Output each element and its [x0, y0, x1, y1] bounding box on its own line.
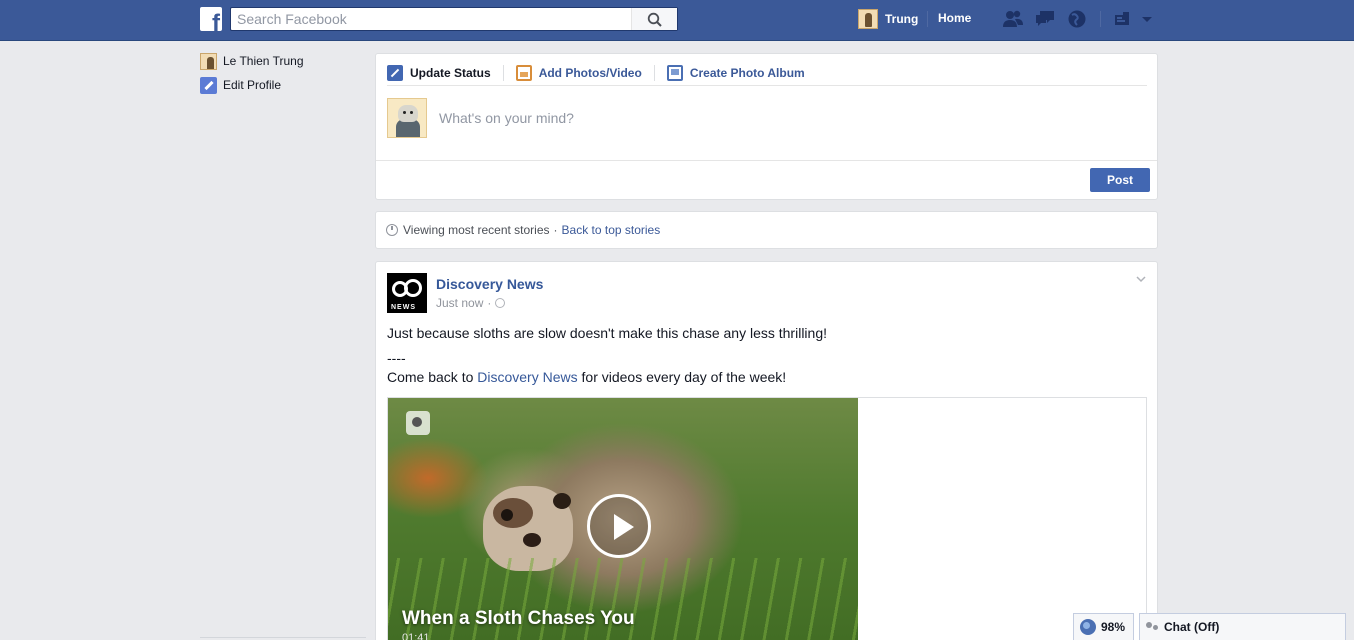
news-feed-story: NEWS Discovery News Just now · Just beca…: [375, 261, 1158, 640]
tab-update-status[interactable]: Update Status: [387, 65, 491, 81]
story-message-cta: Come back to Discovery News for videos e…: [387, 369, 786, 385]
album-icon: [666, 65, 683, 81]
divider: [200, 637, 366, 638]
left-nav-edit-profile-label: Edit Profile: [223, 78, 282, 92]
play-icon[interactable]: [587, 494, 651, 558]
message-text: for videos every day of the week!: [577, 369, 787, 385]
video-logo-icon: [406, 411, 430, 435]
status-icon: [387, 65, 403, 81]
separator: ·: [487, 296, 492, 310]
story-timestamp[interactable]: Just now: [436, 296, 483, 310]
divider: [502, 65, 504, 81]
notifications-icon[interactable]: [1066, 9, 1088, 29]
divider: [376, 160, 1157, 161]
avatar: [858, 9, 878, 29]
chevron-down-icon[interactable]: [1136, 274, 1146, 284]
video-attachment: When a Sloth Chases You 01:41: [387, 397, 1147, 640]
status-input[interactable]: What's on your mind?: [439, 110, 574, 126]
chat-sidebar-toggle[interactable]: Chat (Off): [1139, 613, 1346, 640]
facebook-logo-icon[interactable]: f: [200, 7, 222, 31]
privacy-shortcuts-icon[interactable]: [1112, 9, 1134, 29]
profile-link[interactable]: Trung: [858, 8, 918, 30]
search-button[interactable]: [631, 8, 677, 30]
story-message: Just because sloths are slow doesn't mak…: [387, 325, 828, 341]
story-message-separator: ----: [387, 350, 406, 366]
profile-name: Trung: [885, 12, 919, 26]
divider: [387, 85, 1147, 86]
tab-label: Update Status: [410, 66, 491, 80]
video-title: When a Sloth Chases You: [402, 608, 635, 629]
tab-label: Create Photo Album: [689, 66, 805, 80]
chat-icon: [1146, 622, 1160, 632]
back-to-top-stories-link[interactable]: Back to top stories: [562, 223, 661, 237]
left-nav-profile[interactable]: Le Thien Trung: [200, 52, 304, 70]
public-audience-icon: [495, 298, 506, 308]
search-input[interactable]: [231, 8, 631, 30]
tab-add-photos-video[interactable]: Add Photos/Video: [515, 65, 642, 81]
post-button[interactable]: Post: [1090, 168, 1150, 192]
left-nav-profile-label: Le Thien Trung: [223, 54, 304, 68]
search-box: [230, 7, 678, 31]
messages-icon[interactable]: [1034, 9, 1056, 29]
video-player[interactable]: When a Sloth Chases You 01:41: [388, 398, 858, 640]
edit-icon: [200, 76, 217, 94]
divider: [1100, 11, 1101, 27]
avatar-text: NEWS: [391, 304, 416, 311]
discovery-news-link[interactable]: Discovery News: [477, 369, 577, 385]
avatar: [200, 52, 217, 70]
message-text: Come back to: [387, 369, 478, 385]
status-percent: 98%: [1101, 620, 1126, 634]
tab-label: Add Photos/Video: [538, 66, 642, 80]
page-name-link[interactable]: Discovery News: [436, 276, 543, 292]
left-nav-edit-profile[interactable]: Edit Profile: [200, 76, 281, 94]
divider: [653, 65, 655, 81]
avatar: [387, 98, 427, 138]
story-meta: Just now ·: [436, 296, 506, 310]
globe-icon: [1080, 619, 1096, 635]
composer-tabs: Update Status Add Photos/Video Create Ph…: [387, 62, 805, 84]
top-bar: f Trung Home: [0, 0, 1354, 41]
tab-create-photo-album[interactable]: Create Photo Album: [666, 65, 805, 81]
status-indicator[interactable]: 98%: [1073, 613, 1134, 640]
separator: ·: [553, 223, 558, 237]
chat-label: Chat (Off): [1164, 620, 1220, 634]
feed-sort-text: Viewing most recent stories: [403, 223, 550, 237]
clock-icon: [386, 224, 398, 236]
search-icon: [647, 12, 662, 27]
video-duration: 01:41: [402, 632, 430, 640]
home-link[interactable]: Home: [938, 11, 971, 25]
status-composer: Update Status Add Photos/Video Create Ph…: [375, 53, 1158, 200]
friend-requests-icon[interactable]: [1002, 9, 1024, 29]
page-avatar[interactable]: NEWS: [387, 273, 427, 313]
account-menu-icon[interactable]: [1140, 9, 1154, 29]
divider: [927, 11, 928, 27]
feed-sort-bar: Viewing most recent stories · Back to to…: [375, 211, 1158, 249]
photo-icon: [515, 65, 532, 81]
